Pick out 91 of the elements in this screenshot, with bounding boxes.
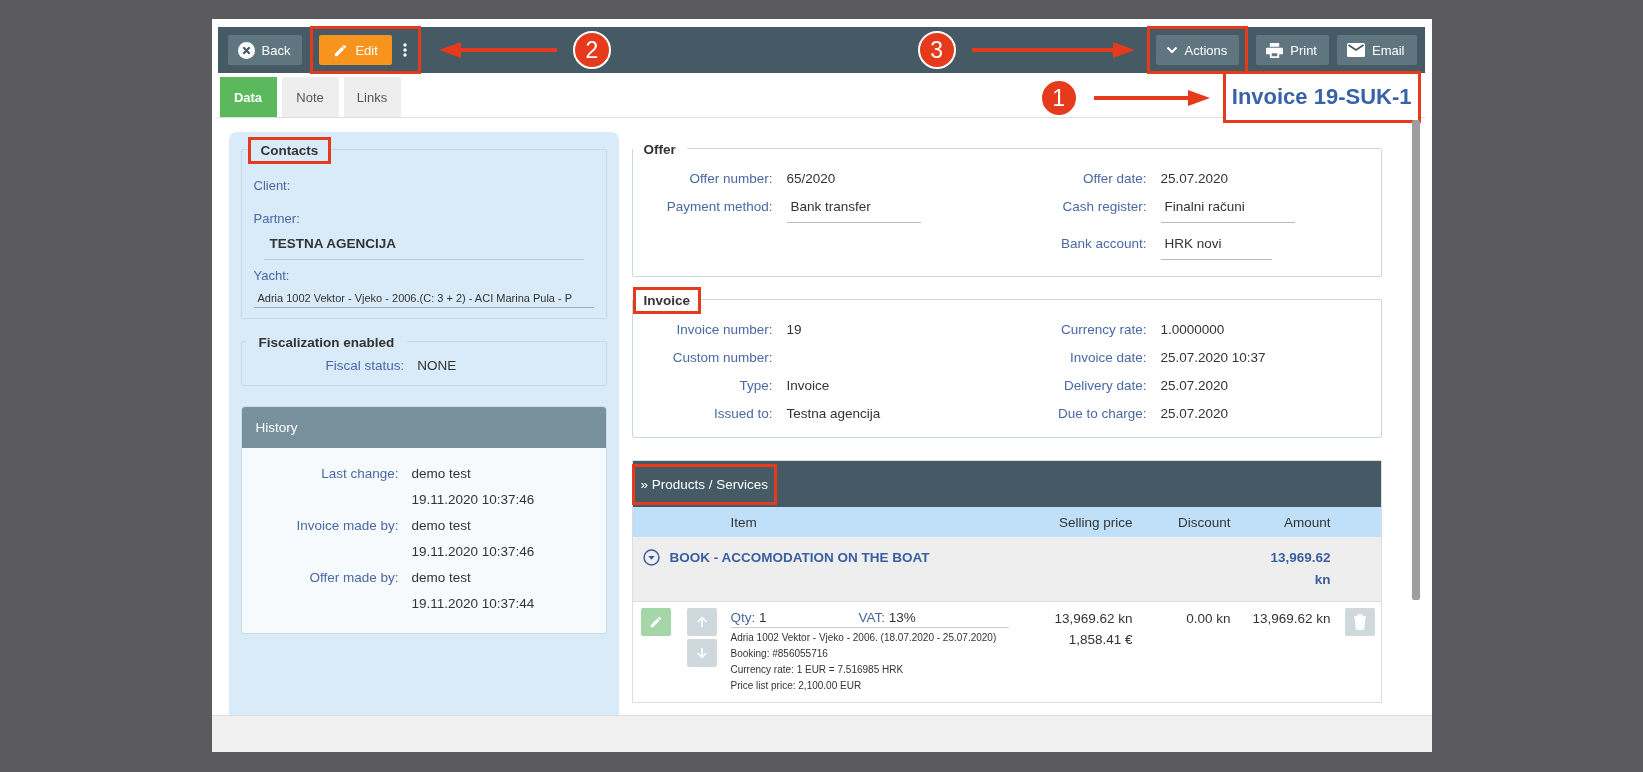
field-label: Payment method:	[665, 199, 773, 216]
field-value: demo test	[411, 570, 472, 585]
field-label: VAT:	[858, 610, 885, 625]
field-label: Currency rate:	[1059, 322, 1147, 337]
arrow-left-icon	[438, 42, 559, 58]
column-header: Amount	[1282, 514, 1331, 530]
panel-title[interactable]: » Products / Services	[631, 463, 778, 505]
timestamp: 19.11.2020 10:37:44	[411, 596, 536, 611]
field-label: Partner:	[253, 211, 301, 226]
field-value: demo test	[411, 518, 472, 533]
select-field[interactable]: HRK novi	[1160, 236, 1272, 260]
tab[interactable]: Note	[281, 77, 339, 117]
arrow-right-icon	[969, 42, 1135, 58]
field-label: Custom number:	[671, 350, 773, 365]
field-label: Fiscal status:	[325, 358, 405, 373]
section-legend: Invoice	[632, 287, 702, 314]
field-label: Due to charge:	[1056, 406, 1147, 421]
arrow-right-icon	[1091, 90, 1210, 106]
timestamp: 19.11.2020 10:37:46	[411, 492, 536, 507]
field-label: Bank account:	[1059, 236, 1147, 253]
yacht-value: Adria 1002 Vektor - Vjeko - 2006.(C: 3 + 2) - ACI Marina Pula - P	[253, 287, 594, 308]
field-label: Last change:	[320, 466, 399, 481]
column-header: Selling price	[1057, 514, 1133, 530]
close-circle-icon	[237, 41, 255, 59]
field-value: 25.07.2020 10:37	[1160, 350, 1267, 365]
column-header: Item	[730, 514, 758, 530]
tab[interactable]: Links	[343, 77, 401, 117]
select-field[interactable]: Bank transfer	[786, 199, 921, 223]
field-value: 25.07.2020	[1160, 378, 1230, 393]
actions-button[interactable]: Actions	[1155, 35, 1240, 65]
item-detail: Price list price: 2,100.00 EUR	[730, 679, 863, 693]
field-label: Yacht:	[253, 268, 291, 283]
envelope-icon	[1347, 43, 1365, 57]
edit-button[interactable]	[640, 608, 671, 636]
callout-number: 1	[1039, 79, 1078, 117]
pencil-icon	[648, 615, 663, 629]
pencil-icon	[333, 42, 349, 58]
trash-icon	[1352, 614, 1367, 630]
field-label: Invoice made by:	[295, 518, 399, 533]
field-label: Invoice date:	[1068, 350, 1147, 365]
field-label: Delivery date:	[1062, 378, 1147, 393]
chevron-down-icon	[1165, 46, 1178, 54]
callout-number: 2	[572, 31, 611, 69]
item-detail: Adria 1002 Vektor - Vjeko - 2006. (18.07.2020 - 25.07.2020)	[730, 631, 998, 645]
select-field[interactable]: Finalni računi	[1160, 199, 1295, 223]
move-down-button[interactable]	[686, 639, 717, 667]
field-value: Testna agencija	[786, 406, 882, 421]
discount-value: 0.00 kn	[1186, 611, 1231, 626]
price-value: 13,969.62 kn	[1054, 611, 1133, 626]
field-label: Offer date:	[1081, 171, 1147, 186]
field-label: Offer made by:	[308, 570, 399, 585]
group-amount: 13,969.62 kn	[1269, 549, 1331, 589]
chevron-circle-icon[interactable]	[642, 549, 660, 566]
partner-value: TESTNA AGENCIJA	[263, 236, 584, 260]
amount-value: 13,969.62 kn	[1252, 611, 1331, 626]
page-title: Invoice 19-SUK-1	[1231, 84, 1412, 110]
field-value: 19	[786, 322, 803, 337]
print-button[interactable]: Print	[1256, 35, 1329, 65]
section-legend: Contacts	[247, 137, 332, 164]
item-detail: Currency rate: 1 EUR = 7.516985 HRK	[730, 663, 905, 677]
field-label: Type:	[738, 378, 773, 393]
arrow-down-icon	[694, 646, 709, 660]
qty-value: 1	[759, 610, 767, 625]
column-header: Discount	[1176, 514, 1231, 530]
field-label: Qty:	[730, 610, 756, 625]
field-value: NONE	[417, 358, 457, 373]
field-value: Invoice	[786, 378, 831, 393]
delete-button[interactable]	[1344, 608, 1375, 636]
printer-icon	[1266, 42, 1284, 58]
arrow-up-icon	[694, 615, 709, 629]
item-detail: Booking: #856055716	[730, 647, 829, 661]
timestamp: 19.11.2020 10:37:46	[411, 544, 536, 559]
field-value: 25.07.2020	[1160, 406, 1230, 421]
field-value: 1.0000000	[1160, 322, 1226, 337]
field-label: Client:	[253, 178, 292, 193]
move-up-button[interactable]	[686, 608, 717, 636]
field-label: Invoice number:	[675, 322, 773, 337]
field-value: 65/2020	[786, 171, 837, 186]
more-icon[interactable]	[401, 42, 408, 58]
card-title: History	[255, 420, 298, 435]
group-name: BOOK - ACCOMODATION ON THE BOAT	[669, 550, 930, 565]
price-eur-value: 1,858.41 €	[1068, 632, 1133, 647]
field-label: Offer number:	[688, 171, 773, 186]
field-value: demo test	[411, 466, 472, 481]
callout-number: 3	[917, 31, 956, 69]
field-value: 25.07.2020	[1160, 171, 1230, 186]
field-label: Cash register:	[1061, 199, 1147, 216]
back-button[interactable]: Back	[227, 35, 303, 65]
vat-value: 13%	[888, 610, 916, 625]
field-label: Issued to:	[712, 406, 773, 421]
email-button[interactable]: Email	[1337, 35, 1417, 65]
